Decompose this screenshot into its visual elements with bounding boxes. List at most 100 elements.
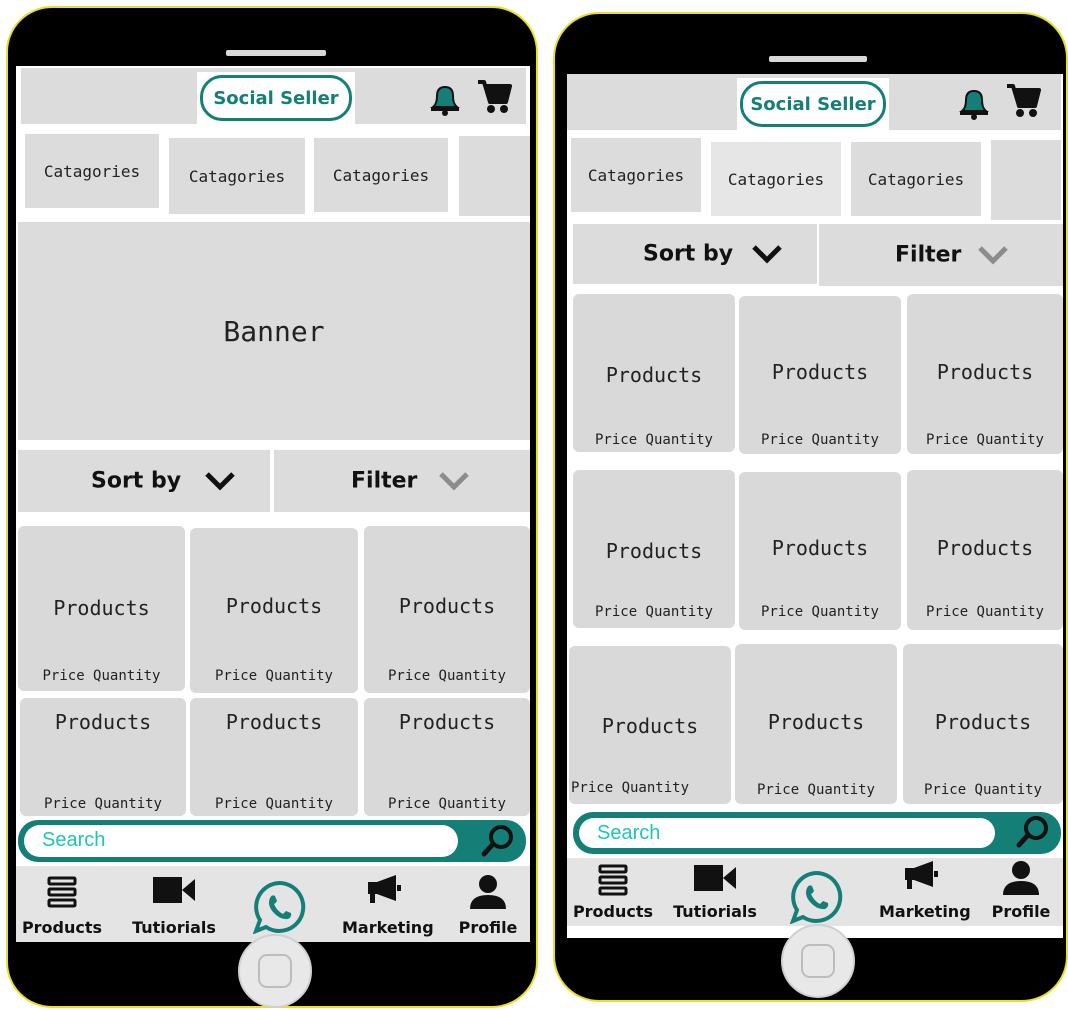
banner[interactable]: Banner — [18, 222, 530, 440]
chevron-down-icon — [978, 246, 1008, 265]
search-input[interactable]: Search — [579, 818, 995, 848]
nav-tutorials-label: Tutiorials — [673, 902, 757, 921]
category-chip[interactable] — [991, 140, 1061, 220]
nav-products-label: Products — [21, 918, 103, 937]
whatsapp-icon[interactable] — [789, 870, 843, 924]
sort-by-label: Sort by — [91, 468, 182, 494]
whatsapp-icon[interactable] — [252, 880, 306, 934]
product-price-quantity: Price Quantity — [923, 782, 1042, 798]
product-title: Products — [398, 594, 496, 618]
product-price-quantity: Price Quantity — [214, 668, 333, 684]
search-input[interactable]: Search — [24, 825, 458, 857]
product-price-quantity: Price Quantity — [42, 668, 161, 684]
megaphone-icon — [905, 861, 938, 889]
product-card[interactable]: Products Price Quantity — [18, 526, 185, 691]
video-camera-icon — [153, 877, 195, 903]
product-card[interactable]: Products Price Quantity — [573, 470, 735, 628]
magnifier-icon[interactable] — [1015, 815, 1051, 849]
category-chip[interactable]: Catagories — [711, 142, 841, 216]
filter-button[interactable]: Filter — [819, 224, 1063, 286]
product-card[interactable]: Products Price Quantity — [569, 646, 731, 804]
product-title: Products — [225, 594, 323, 618]
product-card[interactable]: Products Price Quantity — [903, 644, 1063, 804]
nav-products[interactable]: Products — [573, 862, 653, 926]
category-chip[interactable]: Catagories — [571, 138, 701, 212]
home-button[interactable] — [238, 934, 312, 1008]
product-card[interactable]: Products Price Quantity — [190, 528, 358, 693]
sort-by-button[interactable]: Sort by — [18, 450, 270, 512]
product-price-quantity: Price Quantity — [925, 432, 1044, 448]
app-logo[interactable]: Social Seller — [197, 72, 355, 124]
product-title: Products — [601, 714, 699, 738]
product-price-quantity: Price Quantity — [387, 668, 506, 684]
product-card[interactable]: Products Price Quantity — [907, 294, 1063, 454]
product-price-quantity: Price Quantity — [214, 796, 333, 812]
category-chip[interactable] — [459, 136, 530, 216]
filter-label: Filter — [895, 242, 962, 268]
category-chip[interactable]: Catagories — [314, 138, 448, 212]
nav-profile-label: Profile — [991, 902, 1051, 921]
nav-tutorials[interactable]: Tutiorials — [673, 862, 757, 926]
product-card[interactable]: Products Price Quantity — [20, 698, 186, 816]
nav-products-label: Products — [572, 902, 654, 921]
nav-tutorials-label: Tutiorials — [132, 918, 216, 937]
search-bar: Search — [18, 820, 526, 862]
magnifier-icon[interactable] — [480, 824, 516, 858]
category-chip[interactable]: Catagories — [169, 138, 305, 214]
filter-label: Filter — [351, 468, 418, 494]
product-title: Products — [936, 536, 1034, 560]
nav-tutorials[interactable]: Tutiorials — [132, 874, 216, 938]
home-button[interactable] — [781, 924, 855, 998]
nav-profile[interactable]: Profile — [992, 860, 1050, 926]
nav-marketing[interactable]: Marketing — [342, 874, 434, 938]
product-title: Products — [53, 596, 150, 620]
app-logo[interactable]: Social Seller — [737, 78, 889, 130]
app-logo-label: Social Seller — [200, 75, 352, 121]
product-card[interactable]: Products Price Quantity — [364, 526, 530, 693]
product-title: Products — [771, 536, 869, 560]
product-title: Products — [936, 360, 1034, 384]
product-title: Products — [605, 539, 703, 563]
screen: Social Seller Catagories Catagories Cata… — [16, 66, 530, 942]
nav-marketing-label: Marketing — [879, 902, 971, 921]
product-title: Products — [225, 710, 323, 734]
product-card[interactable]: Products Price Quantity — [739, 296, 901, 454]
bell-icon[interactable] — [957, 88, 991, 120]
product-card[interactable]: Products Price Quantity — [573, 294, 735, 452]
list-icon — [47, 876, 77, 908]
chevron-down-icon — [752, 245, 782, 264]
product-card[interactable]: Products Price Quantity — [739, 472, 901, 630]
cart-icon[interactable] — [1005, 82, 1041, 120]
chevron-down-icon — [439, 472, 469, 491]
category-chip[interactable]: Catagories — [851, 142, 981, 216]
nav-profile[interactable]: Profile — [459, 874, 517, 938]
megaphone-icon — [368, 875, 401, 903]
product-title: Products — [398, 710, 496, 734]
product-card[interactable]: Products Price Quantity — [364, 698, 530, 816]
sort-by-button[interactable]: Sort by — [573, 224, 817, 284]
home-button-inner — [801, 944, 835, 978]
product-title: Products — [771, 360, 869, 384]
bell-icon[interactable] — [428, 84, 462, 116]
product-card[interactable]: Products Price Quantity — [907, 470, 1063, 630]
cart-icon[interactable] — [476, 78, 512, 116]
product-card[interactable]: Products Price Quantity — [735, 644, 897, 804]
category-chip[interactable]: Catagories — [25, 134, 159, 208]
product-price-quantity: Price Quantity — [571, 780, 690, 796]
product-card[interactable]: Products Price Quantity — [190, 698, 358, 816]
person-icon — [1003, 861, 1039, 895]
product-price-quantity: Price Quantity — [594, 604, 713, 620]
sort-by-label: Sort by — [643, 241, 734, 267]
nav-marketing[interactable]: Marketing — [879, 860, 971, 926]
filter-button[interactable]: Filter — [274, 450, 530, 512]
person-icon — [470, 875, 506, 909]
screen: Social Seller Catagories Catagories Cata… — [567, 74, 1063, 938]
nav-profile-label: Profile — [458, 918, 518, 937]
phone-right: Social Seller Catagories Catagories Cata… — [553, 12, 1068, 1002]
product-title: Products — [767, 710, 865, 734]
nav-products[interactable]: Products — [22, 874, 102, 938]
product-price-quantity: Price Quantity — [925, 604, 1044, 620]
product-price-quantity: Price Quantity — [760, 432, 879, 448]
product-price-quantity: Price Quantity — [760, 604, 879, 620]
product-title: Products — [605, 363, 703, 387]
